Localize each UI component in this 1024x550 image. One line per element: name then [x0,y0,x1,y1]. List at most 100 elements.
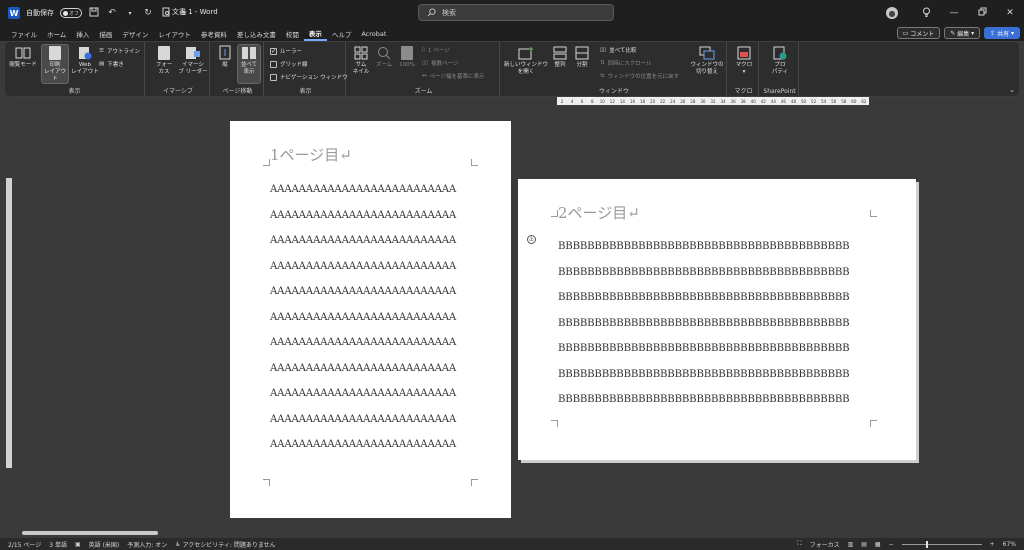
thumbnails-button[interactable]: サム ネイル [350,45,372,76]
document-page-1[interactable]: 1ページ目↵ AAAAAAAAAAAAAAAAAAAAAAAAAA AAAAAA… [230,121,511,518]
page1-line[interactable]: AAAAAAAAAAAAAAAAAAAAAAAAAA [270,363,456,374]
read-mode-view-icon[interactable]: ▥ [848,541,854,548]
accessibility-icon[interactable]: ♿ [175,541,180,548]
tab-review[interactable]: 校閲 [281,26,304,41]
page2-line[interactable]: BBBBBBBBBBBBBBBBBBBBBBBBBBBBBBBBBBBBBBBB [558,267,850,278]
language[interactable]: 英語 (米国) [89,540,120,549]
tab-help[interactable]: ヘルプ [327,26,357,41]
split-button[interactable]: 分割 [572,45,592,69]
page2-line[interactable]: BBBBBBBBBBBBBBBBBBBBBBBBBBBBBBBBBBBBBBBB [558,241,850,252]
tab-insert[interactable]: 挿入 [71,26,94,41]
collapse-ribbon-chevron-icon[interactable]: ⌄ [1009,86,1015,94]
zoom-out-icon[interactable]: − [889,541,894,548]
synchronous-scrolling-label: 同時にスクロール [607,61,652,67]
save-icon[interactable] [88,7,100,20]
tab-home[interactable]: ホーム [42,26,71,41]
restore-icon[interactable] [968,7,996,19]
accessibility-status[interactable]: アクセシビリティ: 問題ありません [183,540,276,549]
print-layout-view-icon[interactable]: ▤ [861,541,867,548]
close-icon[interactable]: ✕ [996,8,1024,18]
navigation-pane-checkbox[interactable]: ナビゲーション ウィンドウ [270,73,348,81]
tab-mailings[interactable]: 差し込み文書 [232,26,281,41]
page1-heading[interactable]: 1ページ目↵ [270,144,352,165]
editing-button[interactable]: ✎ 編集 ▾ [944,27,981,39]
new-window-button[interactable]: 新しいウィンドウ を開く [504,45,548,76]
page1-line[interactable]: AAAAAAAAAAAAAAAAAAAAAAAAAA [270,286,456,297]
tab-layout[interactable]: レイアウト [153,26,196,41]
gridlines-checkbox[interactable]: グリッド線 [270,60,308,68]
view-side-by-side-button[interactable]: ▯▯ 並べて比較 [600,46,636,54]
vertical-ruler[interactable] [6,178,12,468]
page1-line[interactable]: AAAAAAAAAAAAAAAAAAAAAAAAAA [270,388,456,399]
page2-heading[interactable]: 2ページ目↵ [558,202,640,223]
horizontal-ruler[interactable]: 2 4 6 8 10 12 14 16 18 20 22 24 26 28 30 32 34 36 38 40 42 44… [557,97,869,105]
share-button[interactable]: ⇪ 共有 ▾ [984,27,1020,39]
page2-line[interactable]: BBBBBBBBBBBBBBBBBBBBBBBBBBBBBBBBBBBBBBBB [558,318,850,329]
ruler-number: 30 [700,98,706,104]
comments-button[interactable]: ▭ コメント [896,27,941,39]
page-count[interactable]: 2/15 ページ [8,540,41,549]
print-preview-icon[interactable] [160,7,172,20]
redo-icon[interactable]: ↻ [142,8,154,18]
dropdown-chevron-icon[interactable]: ▾ [124,10,136,17]
lightbulb-icon[interactable] [912,7,940,20]
tab-draw[interactable]: 描画 [94,26,117,41]
page1-line[interactable]: AAAAAAAAAAAAAAAAAAAAAAAAAA [270,210,456,221]
search-box[interactable]: 検索 [418,4,614,21]
text-predictions[interactable]: 予測入力: オン [127,540,167,549]
tab-file[interactable]: ファイル [6,26,42,41]
zoom-in-icon[interactable]: + [990,541,995,548]
horizontal-scrollbar[interactable] [18,528,1018,537]
print-layout-button[interactable]: 印刷 レイアウト [41,44,69,84]
page1-line[interactable]: AAAAAAAAAAAAAAAAAAAAAAAAAA [270,414,456,425]
arrange-all-button[interactable]: 整列 [550,45,570,69]
immersive-reader-button[interactable]: イマーシ ブ リーダー [177,45,209,76]
page1-line[interactable]: AAAAAAAAAAAAAAAAAAAAAAAAAA [270,184,456,195]
document-page-2[interactable]: ⚓ 2ページ目↵ BBBBBBBBBBBBBBBBBBBBBBBBBBBBBBB… [518,179,916,460]
page2-line[interactable]: BBBBBBBBBBBBBBBBBBBBBBBBBBBBBBBBBBBBBBBB [558,369,850,380]
object-anchor-icon[interactable]: ⚓ [527,235,536,244]
side-to-side-button[interactable]: 並べて 表示 [237,44,261,84]
tab-references[interactable]: 参考資料 [196,26,232,41]
zoom-slider[interactable] [901,540,982,548]
zoom-100-button[interactable]: 100% [396,45,418,69]
page2-line[interactable]: BBBBBBBBBBBBBBBBBBBBBBBBBBBBBBBBBBBBBBBB [558,394,850,405]
page-width-button[interactable]: ↔ ページ幅を基準に表示 [422,72,485,80]
read-mode-button[interactable]: 閲覧モード [9,45,37,69]
page1-line[interactable]: AAAAAAAAAAAAAAAAAAAAAAAAAA [270,312,456,323]
autosave-toggle[interactable]: オフ [60,8,82,18]
zoom-level[interactable]: 67% [1003,541,1016,548]
word-count[interactable]: 3 単語 [49,540,67,549]
focus-button[interactable]: フォー カス [151,45,177,76]
outline-button[interactable]: ☰ アウトライン [99,47,140,55]
macros-button[interactable]: マクロ ▾ [732,45,756,76]
undo-icon[interactable]: ↶ [106,8,118,18]
tab-acrobat[interactable]: Acrobat [356,26,391,41]
vertical-button[interactable]: 縦 [215,45,235,69]
page2-line[interactable]: BBBBBBBBBBBBBBBBBBBBBBBBBBBBBBBBBBBBBBBB [558,292,850,303]
tab-design[interactable]: デザイン [117,26,153,41]
web-layout-view-icon[interactable]: ▦ [875,541,881,548]
ruler-checkbox[interactable]: ✓ ルーラー [270,47,302,55]
page1-line[interactable]: AAAAAAAAAAAAAAAAAAAAAAAAAA [270,439,456,450]
switch-windows-button[interactable]: ウィンドウの 切り替え [690,45,724,76]
zoom-slider-thumb[interactable] [925,540,928,548]
web-layout-button[interactable]: Web レイアウト [71,45,99,76]
multiple-pages-button[interactable]: ▯▯ 複数ページ [422,59,458,67]
account-avatar-icon[interactable]: ● [886,7,898,19]
draft-button[interactable]: ▤ 下書き [99,60,124,68]
proofing-icon[interactable]: ▣ [75,541,81,548]
synchronous-scrolling-button[interactable]: ⇅ 同時にスクロール [600,59,652,67]
page1-line[interactable]: AAAAAAAAAAAAAAAAAAAAAAAAAA [270,261,456,272]
one-page-button[interactable]: ▯ 1 ページ [422,46,450,54]
properties-button[interactable]: プロ パティ [767,45,793,76]
page1-line[interactable]: AAAAAAAAAAAAAAAAAAAAAAAAAA [270,235,456,246]
reset-window-position-button[interactable]: ⇆ ウィンドウの位置を元に戻す [600,72,679,80]
focus-mode-button[interactable]: フォーカス [810,540,840,549]
zoom-button[interactable]: ズーム [373,45,395,69]
scrollbar-thumb[interactable] [22,531,158,535]
tab-view[interactable]: 表示 [303,26,327,41]
page2-line[interactable]: BBBBBBBBBBBBBBBBBBBBBBBBBBBBBBBBBBBBBBBB [558,343,850,354]
minimize-icon[interactable]: — [940,8,968,18]
page1-line[interactable]: AAAAAAAAAAAAAAAAAAAAAAAAAA [270,337,456,348]
